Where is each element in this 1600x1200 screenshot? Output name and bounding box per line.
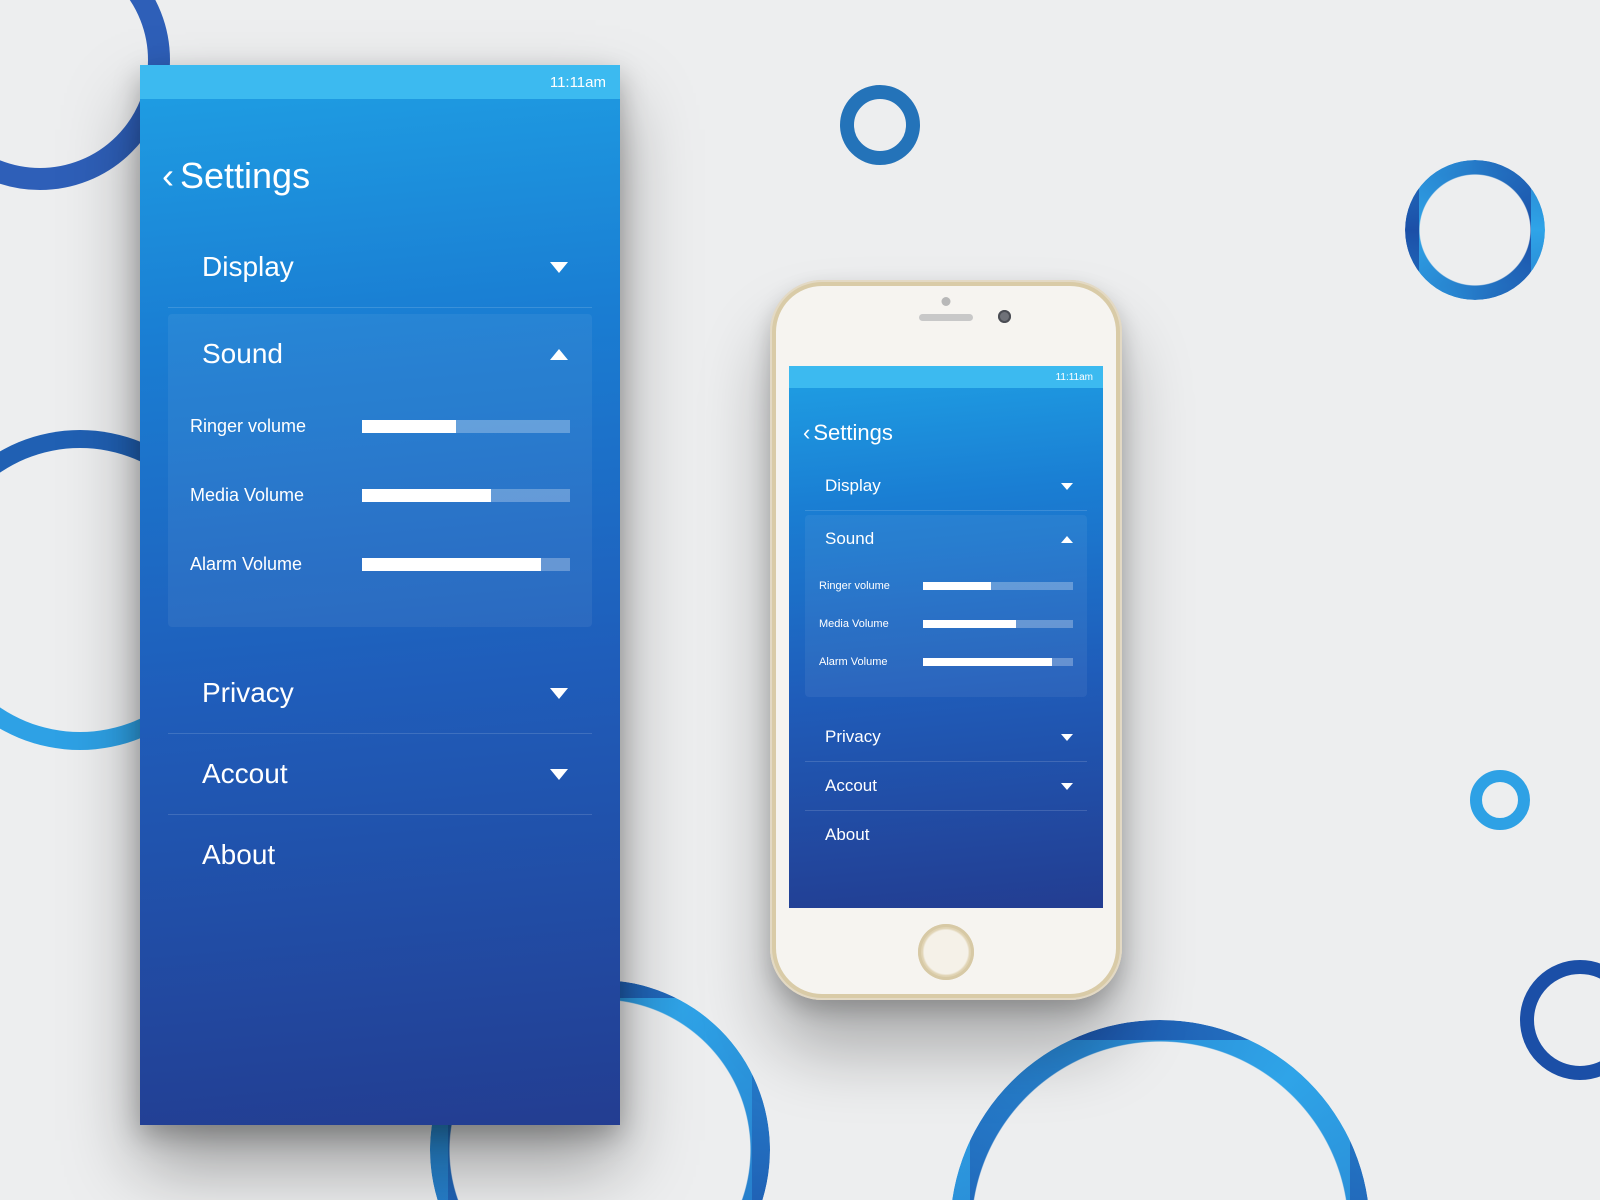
chevron-down-icon — [550, 769, 568, 780]
decorative-ring — [1405, 160, 1545, 300]
slider-fill — [362, 420, 456, 433]
media-volume-slider[interactable] — [923, 620, 1073, 628]
status-bar: 11:11am — [789, 366, 1103, 388]
menu-item-sound[interactable]: Sound — [168, 314, 592, 384]
header[interactable]: ‹ Settings — [140, 99, 620, 227]
chevron-down-icon — [550, 262, 568, 273]
slider-label: Media Volume — [190, 485, 340, 506]
menu-item-privacy[interactable]: Privacy — [168, 653, 592, 734]
menu-label: About — [202, 839, 275, 871]
menu-label: Accout — [825, 776, 877, 796]
settings-menu: Display Sound Ringer volume Me — [789, 462, 1103, 859]
menu-label: Sound — [825, 529, 874, 549]
ringer-volume-slider[interactable] — [923, 582, 1073, 590]
menu-label: Accout — [202, 758, 288, 790]
menu-item-sound[interactable]: Sound — [805, 515, 1087, 563]
menu-item-display[interactable]: Display — [805, 462, 1087, 511]
slider-fill — [923, 620, 1016, 628]
status-time: 11:11am — [1056, 372, 1093, 383]
menu-label: Display — [202, 251, 294, 283]
slider-label: Alarm Volume — [190, 554, 340, 575]
menu-item-account[interactable]: Accout — [168, 734, 592, 815]
status-time: 11:11am — [550, 74, 606, 91]
back-icon[interactable]: ‹ — [803, 422, 810, 444]
ringer-volume-slider[interactable] — [362, 420, 570, 433]
page-title: Settings — [180, 155, 310, 197]
page-title: Settings — [813, 420, 893, 446]
phone-sensor — [942, 297, 951, 306]
menu-item-sound-expanded: Sound Ringer volume Media Volume — [168, 314, 592, 627]
slider-row-media: Media Volume — [819, 605, 1073, 643]
status-bar: 11:11am — [140, 65, 620, 99]
decorative-ring — [1520, 960, 1600, 1080]
chevron-up-icon — [550, 349, 568, 360]
slider-row-alarm: Alarm Volume — [819, 643, 1073, 681]
menu-item-display[interactable]: Display — [168, 227, 592, 308]
decorative-ring — [840, 85, 920, 165]
header[interactable]: ‹ Settings — [789, 388, 1103, 462]
sound-sliders: Ringer volume Media Volume Alarm Volume — [805, 563, 1087, 691]
slider-label: Media Volume — [819, 618, 909, 630]
slider-fill — [923, 582, 991, 590]
decorative-ring — [1470, 770, 1530, 830]
settings-screen-large: 11:11am ‹ Settings Display Sound Ringer … — [140, 65, 620, 1125]
menu-label: Privacy — [202, 677, 294, 709]
menu-item-privacy[interactable]: Privacy — [805, 713, 1087, 762]
chevron-down-icon — [1061, 734, 1073, 741]
slider-fill — [923, 658, 1052, 666]
menu-item-sound-expanded: Sound Ringer volume Media Volume — [805, 515, 1087, 697]
slider-label: Alarm Volume — [819, 656, 909, 668]
slider-row-ringer: Ringer volume — [819, 567, 1073, 605]
slider-row-ringer: Ringer volume — [190, 392, 570, 461]
slider-label: Ringer volume — [819, 580, 909, 592]
slider-fill — [362, 489, 491, 502]
menu-label: Sound — [202, 338, 283, 370]
slider-row-media: Media Volume — [190, 461, 570, 530]
chevron-down-icon — [1061, 783, 1073, 790]
chevron-down-icon — [550, 688, 568, 699]
chevron-up-icon — [1061, 536, 1073, 543]
media-volume-slider[interactable] — [362, 489, 570, 502]
settings-screen-phone: 11:11am ‹ Settings Display Sound Ringer … — [789, 366, 1103, 908]
settings-menu: Display Sound Ringer volume Media Volume — [140, 227, 620, 895]
menu-item-account[interactable]: Accout — [805, 762, 1087, 811]
phone-mockup: 11:11am ‹ Settings Display Sound Ringer … — [770, 280, 1122, 1000]
slider-label: Ringer volume — [190, 416, 340, 437]
phone-camera — [998, 310, 1011, 323]
back-icon[interactable]: ‹ — [162, 158, 174, 194]
alarm-volume-slider[interactable] — [923, 658, 1073, 666]
home-button[interactable] — [918, 924, 974, 980]
menu-label: Privacy — [825, 727, 881, 747]
menu-label: About — [825, 825, 869, 845]
slider-fill — [362, 558, 541, 571]
decorative-ring — [950, 1020, 1370, 1200]
slider-row-alarm: Alarm Volume — [190, 530, 570, 599]
chevron-down-icon — [1061, 483, 1073, 490]
menu-label: Display — [825, 476, 881, 496]
alarm-volume-slider[interactable] — [362, 558, 570, 571]
menu-item-about[interactable]: About — [168, 815, 592, 895]
sound-sliders: Ringer volume Media Volume Alarm Volume — [168, 384, 592, 617]
menu-item-about[interactable]: About — [805, 811, 1087, 859]
